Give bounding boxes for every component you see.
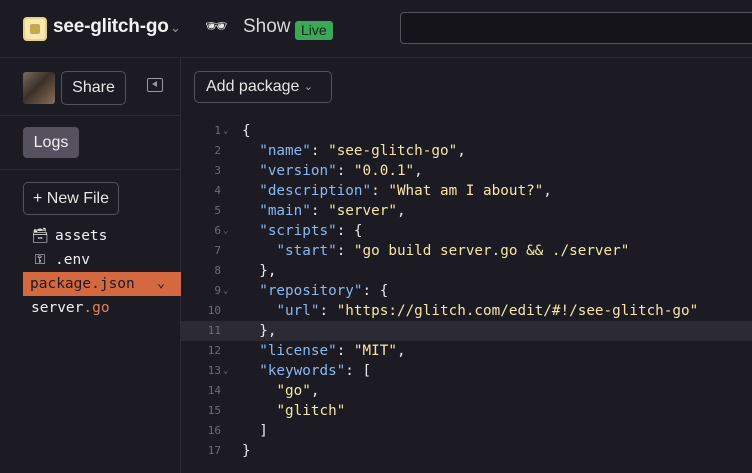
line-number: 10 <box>207 304 221 317</box>
file-extension: .go <box>83 300 110 316</box>
code-line[interactable]: 11 }, <box>181 321 752 341</box>
code-line[interactable]: 10 "url": "https://glitch.com/edit/#!/se… <box>181 301 752 321</box>
code-text: "repository": { <box>259 283 389 299</box>
line-number: 11 <box>207 324 221 337</box>
fold-chevron-icon[interactable]: ⌄ <box>223 121 228 141</box>
code-line[interactable]: 8 }, <box>181 261 752 281</box>
add-package-label: Add package <box>206 78 300 95</box>
file-item-server-go[interactable]: server.go <box>23 296 181 320</box>
code-text: }, <box>242 263 277 279</box>
line-number: 17 <box>207 444 221 457</box>
show-button[interactable]: Show <box>243 16 291 38</box>
folder-icon: 🗃 <box>31 228 49 244</box>
line-number: 6 <box>214 224 221 237</box>
code-line[interactable]: 1 ⌄ { <box>181 121 752 141</box>
file-item-assets[interactable]: 🗃 assets <box>23 224 181 248</box>
fold-chevron-icon[interactable]: ⌄ <box>223 281 228 301</box>
code-line[interactable]: 6 ⌄ "scripts": { <box>181 221 752 241</box>
code-text: "go", <box>276 383 320 399</box>
line-number: 15 <box>207 404 221 417</box>
line-number: 1 <box>214 124 221 137</box>
collapse-sidebar-icon[interactable] <box>147 78 163 92</box>
search-input[interactable] <box>400 12 752 44</box>
code-text: "glitch" <box>276 403 346 419</box>
code-text: { <box>242 123 251 139</box>
line-number: 13 <box>207 364 221 377</box>
file-name: .env <box>55 252 90 268</box>
file-item-env[interactable]: ⚿ .env <box>23 248 181 272</box>
file-list: 🗃 assets ⚿ .env package.json ⌄ server.go <box>23 224 181 320</box>
code-text: } <box>242 443 251 459</box>
code-line[interactable]: 2 "name": "see-glitch-go", <box>181 141 752 161</box>
logs-button[interactable]: Logs <box>23 127 79 158</box>
avatar[interactable] <box>23 72 55 104</box>
code-line[interactable]: 16 ] <box>181 421 752 441</box>
add-package-button[interactable]: Add package ⌄ <box>194 71 332 103</box>
code-text: "keywords": [ <box>259 363 372 379</box>
code-line[interactable]: 13 ⌄ "keywords": [ <box>181 361 752 381</box>
file-name: assets <box>55 228 108 244</box>
sunglasses-icon[interactable]: 🕶 <box>205 16 228 37</box>
project-logo-icon[interactable] <box>23 17 47 41</box>
code-text: "description": "What am I about?", <box>259 183 552 199</box>
chevron-down-icon: ⌄ <box>303 81 313 93</box>
code-line[interactable]: 5 "main": "server", <box>181 201 752 221</box>
project-name[interactable]: see-glitch-go <box>53 16 169 38</box>
chevron-down-icon[interactable]: ⌄ <box>157 272 165 296</box>
code-text: "start": "go build server.go && ./server… <box>276 243 630 259</box>
fold-chevron-icon[interactable]: ⌄ <box>223 361 228 381</box>
line-number: 8 <box>214 264 221 277</box>
code-text: "version": "0.0.1", <box>259 163 423 179</box>
code-line[interactable]: 12 "license": "MIT", <box>181 341 752 361</box>
code-line[interactable]: 7 "start": "go build server.go && ./serv… <box>181 241 752 261</box>
code-text: "license": "MIT", <box>259 343 406 359</box>
code-lines[interactable]: 1 ⌄{2 "name": "see-glitch-go", 3 "version"… <box>181 121 752 461</box>
code-editor[interactable]: Add package ⌄ 1 ⌄{2 "name": "see-glitch-g… <box>181 58 752 473</box>
chevron-down-icon[interactable]: ⌄ <box>170 20 181 36</box>
live-badge: Live <box>295 21 333 40</box>
code-text: ] <box>242 423 268 439</box>
line-number: 7 <box>214 244 221 257</box>
code-line[interactable]: 4 "description": "What am I about?", <box>181 181 752 201</box>
line-number: 16 <box>207 424 221 437</box>
share-button[interactable]: Share <box>61 71 126 105</box>
code-text: }, <box>242 323 277 339</box>
file-item-package-json[interactable]: package.json ⌄ <box>23 272 181 296</box>
line-number: 9 <box>214 284 221 297</box>
line-number: 5 <box>214 204 221 217</box>
code-text: "scripts": { <box>259 223 363 239</box>
code-line[interactable]: 9 ⌄ "repository": { <box>181 281 752 301</box>
file-name: package.json <box>30 276 135 292</box>
code-line[interactable]: 17} <box>181 441 752 461</box>
top-bar: see-glitch-go ⌄ 🕶 Show Live <box>0 0 752 58</box>
code-text: "main": "server", <box>259 203 406 219</box>
line-number: 12 <box>207 344 221 357</box>
code-line[interactable]: 3 "version": "0.0.1", <box>181 161 752 181</box>
code-line[interactable]: 15 "glitch" <box>181 401 752 421</box>
sidebar: Share Logs + New File 🗃 assets ⚿ .env pack… <box>0 58 181 473</box>
line-number: 2 <box>214 144 221 157</box>
new-file-button[interactable]: + New File <box>23 182 119 215</box>
divider <box>0 169 181 170</box>
file-name: server <box>31 300 84 316</box>
line-number: 4 <box>214 184 221 197</box>
line-number: 14 <box>207 384 221 397</box>
code-line[interactable]: 14 "go", <box>181 381 752 401</box>
key-icon: ⚿ <box>34 252 46 268</box>
code-text: "name": "see-glitch-go", <box>259 143 466 159</box>
code-text: "url": "https://glitch.com/edit/#!/see-g… <box>276 303 699 319</box>
fold-chevron-icon[interactable]: ⌄ <box>223 221 228 241</box>
line-number: 3 <box>214 164 221 177</box>
divider <box>0 115 181 116</box>
